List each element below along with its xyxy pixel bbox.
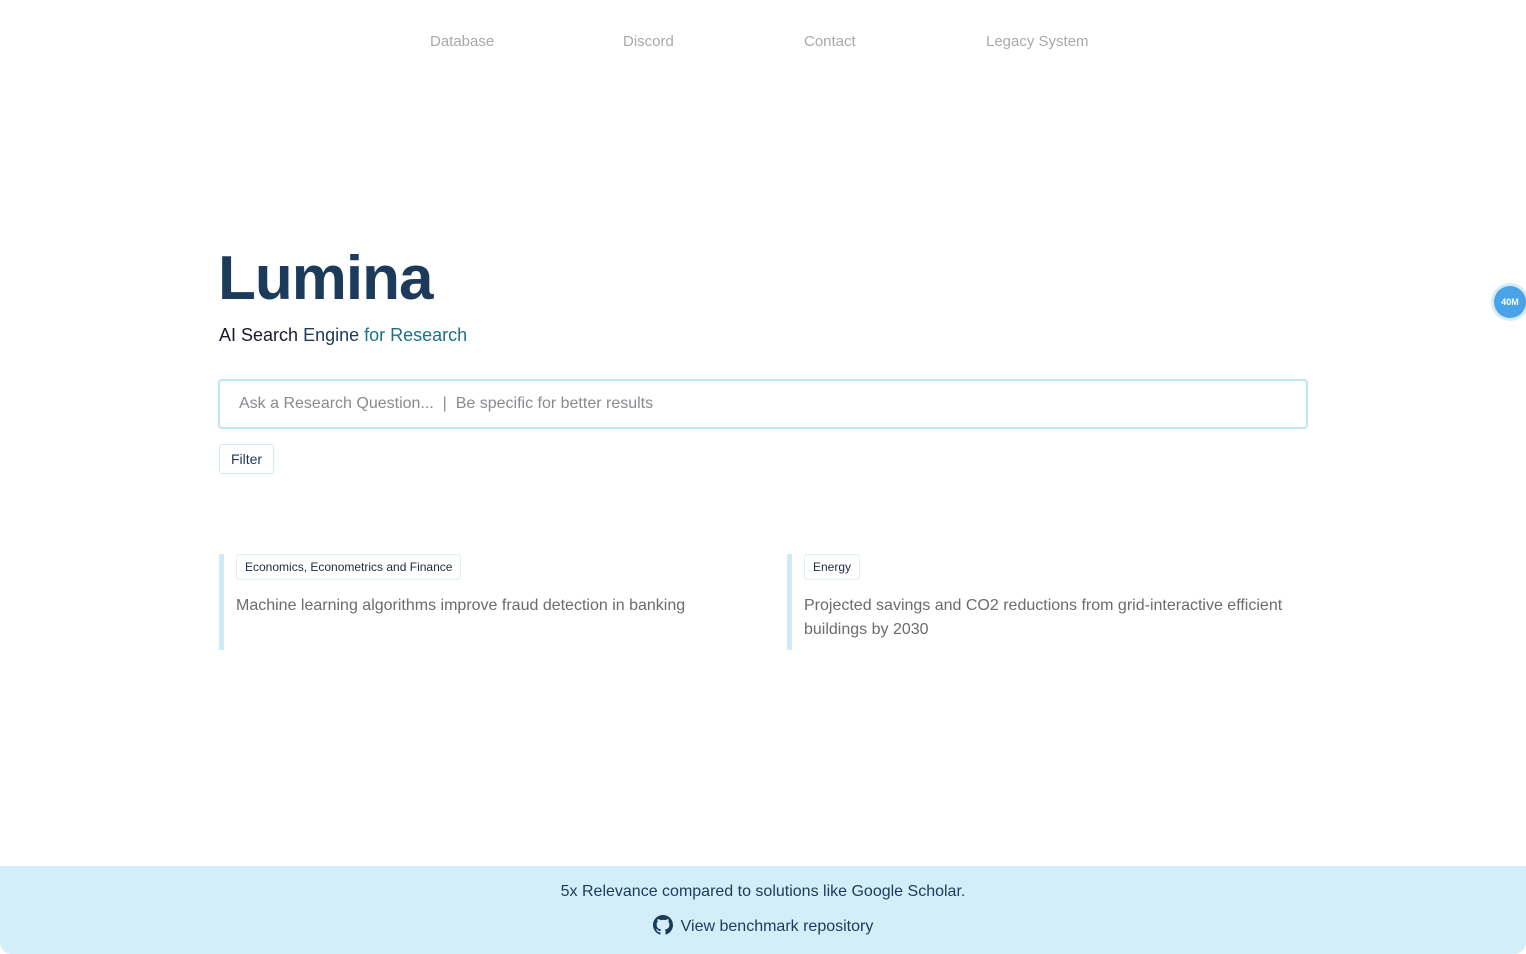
nav-link-database[interactable]: Database <box>430 33 494 50</box>
benchmark-link-label: View benchmark repository <box>680 918 874 935</box>
nav-link-discord[interactable]: Discord <box>623 33 674 50</box>
nav-link-contact[interactable]: Contact <box>804 33 856 50</box>
subtitle-part-for-research: for Research <box>364 325 468 345</box>
subtitle-part-ai-search: AI Search <box>219 325 299 345</box>
filter-button[interactable]: Filter <box>219 444 274 474</box>
search-input[interactable] <box>220 381 1306 427</box>
github-icon <box>652 915 673 940</box>
benchmark-repository-link[interactable]: View benchmark repository <box>0 915 1526 940</box>
nav-link-legacy-system[interactable]: Legacy System <box>986 33 1089 50</box>
page-title: Lumina <box>218 244 433 313</box>
example-card[interactable]: Energy Projected savings and CO2 reducti… <box>787 554 1327 650</box>
subtitle-part-engine: Engine <box>303 325 360 345</box>
example-card-text: Machine learning algorithms improve frau… <box>236 597 686 614</box>
footer-banner: 5x Relevance compared to solutions like … <box>0 866 1526 954</box>
example-card-tag: Energy <box>804 554 861 580</box>
example-card[interactable]: Economics, Econometrics and Finance Mach… <box>219 554 759 650</box>
page-subtitle: AI Search Engine for Research <box>219 323 467 347</box>
example-card-tag: Economics, Econometrics and Finance <box>236 554 462 580</box>
top-nav: Database Discord Contact Legacy System <box>0 33 1526 55</box>
banner-text: 5x Relevance compared to solutions like … <box>560 883 966 900</box>
floating-badge[interactable]: 40M <box>1494 286 1526 318</box>
example-card-text: Projected savings and CO2 reductions fro… <box>804 597 1283 638</box>
search-box <box>218 379 1308 429</box>
page: Database Discord Contact Legacy System L… <box>0 0 1526 954</box>
